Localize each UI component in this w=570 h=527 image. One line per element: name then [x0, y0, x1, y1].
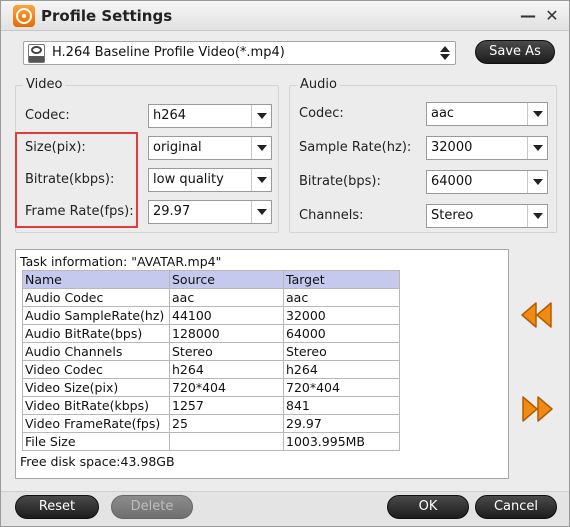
minimize-button[interactable]: — [519, 7, 537, 25]
audio-channels-value: Stereo [431, 208, 474, 223]
video-codec-value: h264 [153, 108, 187, 123]
cell-target: h264 [283, 360, 400, 379]
cell-source [169, 432, 284, 451]
highlight-annotation-box [15, 132, 138, 228]
cell-name: File Size [22, 432, 170, 451]
video-codec-label: Codec: [25, 108, 70, 123]
cell-name: Video FrameRate(fps) [22, 414, 170, 433]
audio-sample-rate-label: Sample Rate(hz): [299, 140, 412, 155]
ok-button[interactable]: OK [387, 495, 469, 519]
table-row: Audio BitRate(bps) 128000 64000 [22, 324, 400, 343]
table-row: Video BitRate(kbps) 1257 841 [22, 396, 400, 415]
column-header-target: Target [283, 270, 400, 289]
audio-codec-label: Codec: [299, 106, 344, 121]
audio-codec-value: aac [431, 106, 455, 121]
cell-source: 128000 [169, 324, 284, 343]
task-info-line: Task information: "AVATAR.mp4" [20, 254, 222, 269]
cell-name: Audio SampleRate(hz) [22, 306, 170, 325]
cell-source: 44100 [169, 306, 284, 325]
column-header-name: Name [22, 270, 170, 289]
video-frame-rate-value: 29.97 [153, 204, 191, 219]
audio-sample-rate-dropdown[interactable]: 32000 [426, 136, 548, 160]
video-codec-dropdown[interactable]: h264 [148, 104, 272, 128]
video-bitrate-dropdown[interactable]: low quality [148, 168, 272, 192]
cell-name: Video BitRate(kbps) [22, 396, 170, 415]
chevron-down-icon [251, 169, 271, 191]
table-row: Audio SampleRate(hz) 44100 32000 [22, 306, 400, 325]
cell-target: 29.97 [283, 414, 400, 433]
delete-button[interactable]: Delete [111, 495, 193, 519]
column-header-source: Source [169, 270, 284, 289]
audio-bitrate-label: Bitrate(bps): [299, 174, 381, 189]
audio-bitrate-value: 64000 [431, 174, 473, 189]
chevron-down-icon [251, 137, 271, 159]
cell-source: Stereo [169, 342, 284, 361]
video-size-value: original [153, 140, 202, 155]
audio-bitrate-dropdown[interactable]: 64000 [426, 170, 548, 194]
cell-name: Video Size(pix) [22, 378, 170, 397]
audio-codec-dropdown[interactable]: aac [426, 102, 548, 126]
audio-sample-rate-value: 32000 [431, 140, 473, 155]
table-row: File Size 1003.995MB [22, 432, 400, 451]
cell-source: 25 [169, 414, 284, 433]
video-size-dropdown[interactable]: original [148, 136, 272, 160]
cell-target: Stereo [283, 342, 400, 361]
window-title: Profile Settings [41, 7, 173, 25]
reset-button[interactable]: Reset [15, 495, 99, 519]
free-disk-space: Free disk space:43.98GB [20, 454, 175, 469]
previous-task-button[interactable] [519, 301, 555, 329]
double-chevron-left-icon [521, 302, 552, 328]
cell-name: Audio Channels [22, 342, 170, 361]
cell-name: Audio BitRate(bps) [22, 324, 170, 343]
task-info-panel[interactable]: Task information: "AVATAR.mp4" Name Sour… [15, 249, 509, 479]
profile-format-value: H.264 Baseline Profile Video(*.mp4) [52, 45, 285, 60]
cell-target: 720*404 [283, 378, 400, 397]
double-chevron-right-icon [522, 396, 553, 422]
title-bar[interactable]: Profile Settings — ✕ [1, 1, 569, 31]
video-bitrate-value: low quality [153, 172, 224, 187]
audio-channels-label: Channels: [299, 208, 364, 223]
table-row: Video Codec h264 h264 [22, 360, 400, 379]
cell-name: Audio Codec [22, 288, 170, 307]
cell-source: 720*404 [169, 378, 284, 397]
close-button[interactable]: ✕ [543, 7, 561, 25]
chevron-down-icon [251, 105, 271, 127]
chevron-down-icon [527, 137, 547, 159]
next-task-button[interactable] [519, 395, 555, 423]
profile-format-dropdown[interactable]: H.264 Baseline Profile Video(*.mp4) [23, 41, 456, 65]
profile-settings-window: Profile Settings — ✕ H.264 Baseline Prof… [0, 0, 570, 527]
chevron-down-icon [251, 201, 271, 223]
audio-group-title: Audio [297, 77, 340, 92]
cell-target: aac [283, 288, 400, 307]
cell-target: 64000 [283, 324, 400, 343]
cell-source: h264 [169, 360, 284, 379]
cell-target: 1003.995MB [283, 432, 400, 451]
cell-source: 1257 [169, 396, 284, 415]
save-as-button[interactable]: Save As [475, 40, 555, 64]
cancel-button[interactable]: Cancel [475, 495, 557, 519]
cell-target: 32000 [283, 306, 400, 325]
chevron-down-icon [527, 171, 547, 193]
cell-target: 841 [283, 396, 400, 415]
up-down-arrows-icon [437, 43, 453, 63]
table-row: Video Size(pix) 720*404 720*404 [22, 378, 400, 397]
table-row: Audio Channels Stereo Stereo [22, 342, 400, 361]
video-group-title: Video [23, 77, 66, 92]
cell-name: Video Codec [22, 360, 170, 379]
chevron-down-icon [527, 103, 547, 125]
task-info-table: Name Source Target Audio Codec aac aac Aud… [22, 270, 400, 451]
app-logo-icon [13, 5, 35, 27]
table-header-row: Name Source Target [22, 270, 400, 289]
table-row: Video FrameRate(fps) 25 29.97 [22, 414, 400, 433]
chevron-down-icon [527, 205, 547, 227]
table-row: Audio Codec aac aac [22, 288, 400, 307]
cell-source: aac [169, 288, 284, 307]
video-frame-rate-dropdown[interactable]: 29.97 [148, 200, 272, 224]
mp4-file-icon [28, 44, 45, 63]
audio-channels-dropdown[interactable]: Stereo [426, 204, 548, 228]
